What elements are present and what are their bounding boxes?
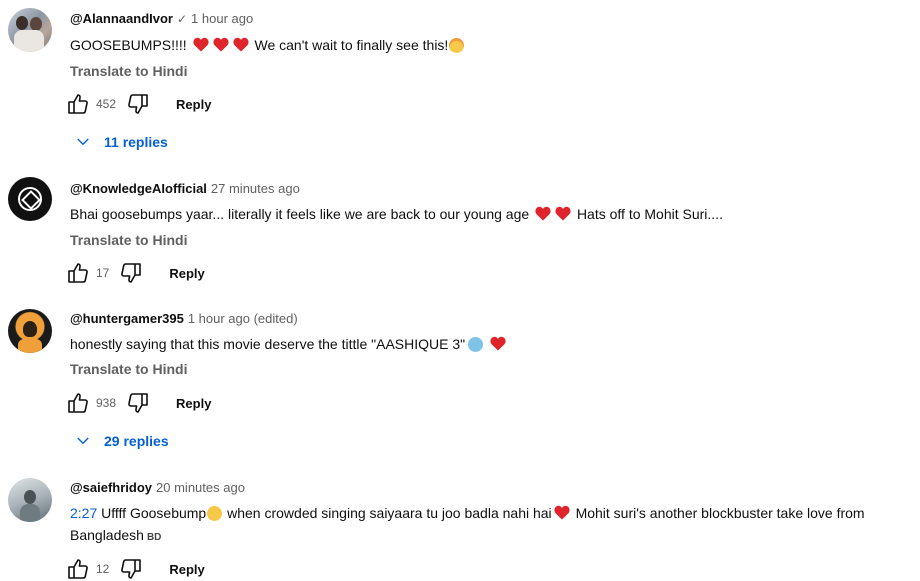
- like-count: 12: [96, 562, 110, 576]
- comment-time[interactable]: 27 minutes ago: [211, 181, 300, 196]
- thumb-down-icon[interactable]: [126, 391, 150, 415]
- red-heart-emoji: [213, 37, 229, 52]
- comment-text-part: Mohit suri's another blockbuster take lo…: [575, 505, 833, 521]
- comment-author[interactable]: @saiefhridoy: [70, 480, 152, 495]
- thumb-up-icon[interactable]: [66, 92, 90, 116]
- comment-text: GOOSEBUMPS!!!! We can't wait to finally …: [70, 34, 920, 56]
- red-heart-emoji: [535, 206, 551, 221]
- like-count: 452: [96, 97, 117, 111]
- replies-count: 29 replies: [104, 433, 169, 449]
- thumb-down-icon[interactable]: [119, 557, 143, 581]
- comment-text-part: when crowded singing saiyaara tu joo bad…: [227, 505, 552, 521]
- avatar[interactable]: [8, 478, 52, 522]
- thumb-up-icon[interactable]: [66, 557, 90, 581]
- comment-text: Bhai goosebumps yaar... literally it fee…: [70, 203, 920, 225]
- bd-flag: BD: [146, 532, 162, 543]
- comment-text-part: Hats off to Mohit Suri....: [576, 206, 723, 222]
- comment-actions: 17 Reply: [66, 261, 205, 285]
- like-count: 17: [96, 266, 110, 280]
- comment-header: @saiefhridoy 20 minutes ago: [70, 480, 245, 495]
- view-replies-button[interactable]: 11 replies: [74, 130, 168, 154]
- reply-button[interactable]: Reply: [169, 266, 204, 281]
- chevron-down-icon: [74, 432, 92, 450]
- comment-header: @KnowledgeAIofficial 27 minutes ago: [70, 181, 300, 196]
- view-replies-button[interactable]: 29 replies: [74, 429, 169, 453]
- comment-actions: 938 Reply: [66, 391, 211, 415]
- translate-link[interactable]: Translate to Hindi: [70, 361, 187, 377]
- comment-author[interactable]: @KnowledgeAIofficial: [70, 181, 207, 196]
- comment-text-part: honestly saying that this movie deserve …: [70, 336, 466, 352]
- comment-time[interactable]: 1 hour ago (edited): [188, 311, 298, 326]
- thumb-up-icon[interactable]: [66, 261, 90, 285]
- comment-header: @AlannaandIvor ✓ 1 hour ago: [70, 11, 253, 26]
- timestamp-link[interactable]: 2:27: [70, 505, 97, 521]
- comment-author[interactable]: @AlannaandIvor: [70, 11, 173, 26]
- comment-time[interactable]: 1 hour ago: [191, 11, 253, 26]
- replies-count: 11 replies: [104, 134, 168, 150]
- red-heart-emoji: [233, 37, 249, 52]
- reply-button[interactable]: Reply: [176, 97, 211, 112]
- avatar[interactable]: [8, 177, 52, 221]
- red-heart-emoji: [193, 37, 209, 52]
- thumb-down-icon[interactable]: [119, 261, 143, 285]
- avatar[interactable]: [8, 309, 52, 353]
- translate-link[interactable]: Translate to Hindi: [70, 232, 187, 248]
- comment-text-part: GOOSEBUMPS!!!!: [70, 37, 187, 53]
- chevron-down-icon: [74, 133, 92, 151]
- red-heart-emoji: [555, 206, 571, 221]
- thumb-down-icon[interactable]: [126, 92, 150, 116]
- comment-header: @huntergamer395 1 hour ago (edited): [70, 311, 298, 326]
- comment-time[interactable]: 20 minutes ago: [156, 480, 245, 495]
- red-heart-emoji: [490, 336, 506, 351]
- avatar[interactable]: [8, 8, 52, 52]
- reply-button[interactable]: Reply: [176, 396, 211, 411]
- comment-text: 2:27 Uffff Goosebump when crowded singin…: [70, 502, 920, 549]
- check-icon: ✓: [176, 12, 188, 26]
- reply-button[interactable]: Reply: [169, 562, 204, 577]
- like-count: 938: [96, 396, 117, 410]
- red-heart-emoji: [554, 505, 570, 520]
- comment-actions: 452 Reply: [66, 92, 211, 116]
- thumb-up-icon[interactable]: [66, 391, 90, 415]
- cold-face-emoji: [468, 337, 484, 352]
- translate-link[interactable]: Translate to Hindi: [70, 63, 187, 79]
- comment-text-part: Bhai goosebumps yaar... literally it fee…: [70, 206, 530, 222]
- comment-author[interactable]: @huntergamer395: [70, 311, 184, 326]
- comment-text-part: Uffff Goosebump: [101, 505, 207, 521]
- exploding-head-emoji: [449, 38, 465, 53]
- comment-text: honestly saying that this movie deserve …: [70, 333, 920, 355]
- sad-face-emoji: [207, 506, 223, 521]
- comment-actions: 12 Reply: [66, 557, 205, 581]
- comment-text-part: We can't wait to finally see this!: [254, 37, 449, 53]
